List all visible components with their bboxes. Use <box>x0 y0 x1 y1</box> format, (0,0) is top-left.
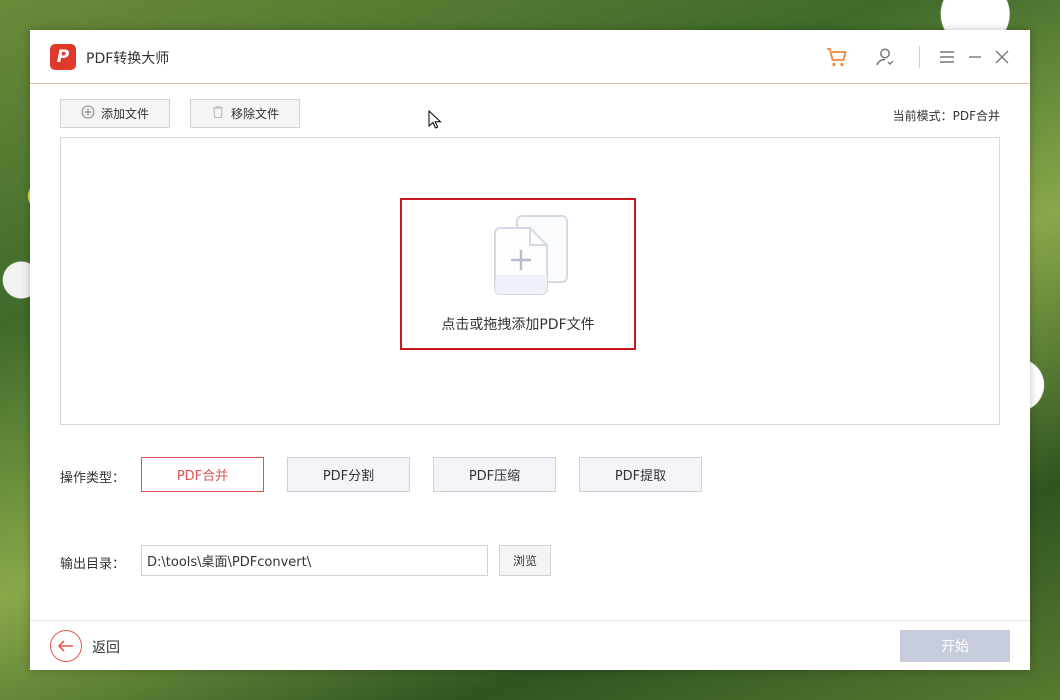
user-icon[interactable] <box>873 45 897 69</box>
remove-file-button[interactable]: 移除文件 <box>190 99 300 128</box>
output-path-input[interactable] <box>141 545 488 576</box>
file-drop-area[interactable]: 点击或拖拽添加PDF文件 <box>60 137 1000 425</box>
minimize-icon[interactable] <box>963 45 987 69</box>
output-dir-label: 输出目录： <box>60 557 126 572</box>
add-circle-icon <box>81 105 95 122</box>
current-mode-text: 当前模式：PDF合并 <box>892 109 1000 123</box>
op-pdf-compress-button[interactable]: PDF压缩 <box>433 457 556 492</box>
menu-icon[interactable] <box>935 45 959 69</box>
browse-button[interactable]: 浏览 <box>499 545 551 576</box>
back-label[interactable]: 返回 <box>92 637 120 657</box>
drop-prompt: 点击或拖拽添加PDF文件 <box>441 317 595 333</box>
add-document-icon <box>491 213 571 303</box>
cart-icon[interactable] <box>825 45 849 69</box>
remove-file-label: 移除文件 <box>230 107 279 121</box>
add-pdf-target[interactable]: 点击或拖拽添加PDF文件 <box>400 198 636 350</box>
footer-divider <box>30 620 1030 621</box>
arrow-left-icon <box>58 637 74 656</box>
close-icon[interactable] <box>990 45 1014 69</box>
op-pdf-split-button[interactable]: PDF分割 <box>287 457 410 492</box>
operation-type-label: 操作类型： <box>60 471 126 486</box>
title-bar: P PDF转换大师 <box>30 30 1030 84</box>
start-button[interactable]: 开始 <box>900 630 1010 662</box>
back-button[interactable] <box>50 630 82 662</box>
app-logo: P <box>50 44 76 70</box>
op-pdf-extract-button[interactable]: PDF提取 <box>579 457 702 492</box>
op-pdf-merge-button[interactable]: PDF合并 <box>141 457 264 492</box>
app-title: PDF转换大师 <box>86 51 170 67</box>
mouse-cursor-icon <box>428 109 442 134</box>
add-file-label: 添加文件 <box>100 107 149 121</box>
titlebar-divider <box>919 46 920 68</box>
app-window: P PDF转换大师 添加文件 移除文件 当前模式：PDF合并 点击或拖拽添加PD… <box>30 30 1030 670</box>
trash-icon <box>211 105 225 122</box>
add-file-button[interactable]: 添加文件 <box>60 99 170 128</box>
